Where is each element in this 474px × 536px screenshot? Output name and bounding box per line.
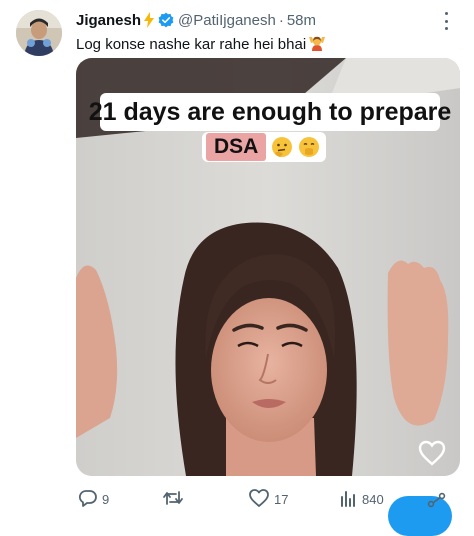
views-button[interactable]: 840 — [338, 488, 384, 510]
reply-icon — [78, 488, 98, 511]
video-caption-line-1: 21 days are enough to prepare — [89, 93, 451, 131]
separator-dot: · — [278, 11, 284, 29]
heart-icon — [248, 488, 270, 511]
compose-button[interactable] — [388, 492, 452, 536]
tweet-media-image[interactable]: 21 days are enough to prepare DSA — [76, 58, 460, 476]
tweet-text: Log konse nashe kar rahe hei bhai — [76, 35, 307, 53]
avatar-image — [16, 10, 62, 56]
tweet-text-row: Log konse nashe kar rahe hei bhai — [76, 35, 326, 53]
like-count: 17 — [274, 491, 289, 507]
tweet-header: Jiganesh @PatiIjganesh · 58m — [76, 10, 454, 30]
verified-badge-icon — [158, 12, 174, 28]
avatar[interactable] — [16, 10, 62, 56]
retweet-icon — [162, 488, 184, 511]
more-options-icon[interactable] — [438, 12, 454, 30]
retweet-button[interactable] — [162, 488, 184, 510]
face-with-hand-over-mouth-emoji-icon — [298, 136, 320, 158]
dsa-chip: DSA — [206, 133, 267, 161]
views-count: 840 — [362, 491, 384, 507]
video-caption-line-2: DSA — [202, 132, 327, 162]
like-button[interactable]: 17 — [248, 488, 288, 510]
thinking-face-emoji-icon — [271, 136, 293, 158]
timestamp[interactable]: 58m — [287, 12, 316, 29]
woman-gesturing-emoji-icon — [308, 35, 326, 53]
share-icon — [427, 492, 446, 508]
lightning-bolt-icon — [143, 12, 155, 28]
reply-button[interactable]: 9 — [78, 488, 109, 510]
reply-count: 9 — [102, 491, 110, 507]
display-name[interactable]: Jiganesh — [76, 12, 141, 29]
user-handle[interactable]: @PatiIjganesh — [178, 12, 276, 29]
like-overlay-heart-icon[interactable] — [418, 440, 446, 466]
views-chart-icon — [338, 488, 358, 511]
